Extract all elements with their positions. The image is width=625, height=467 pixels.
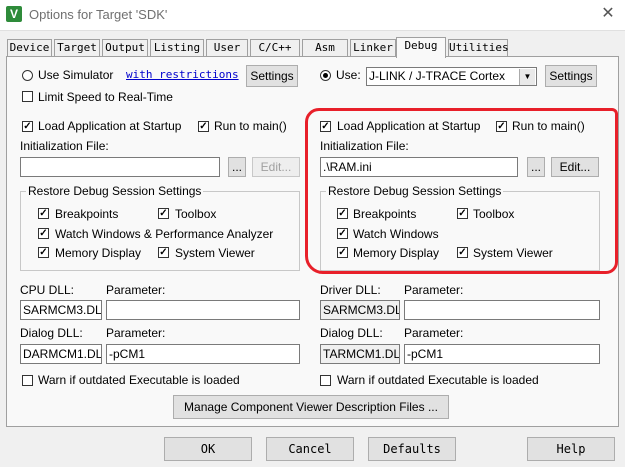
left-run-to-main-checkbox[interactable]: ✓ (198, 121, 209, 132)
left-warn-label: Warn if outdated Executable is loaded (38, 373, 240, 387)
left-load-app-label: Load Application at Startup (38, 119, 182, 133)
left-dialog-param-input[interactable]: -pCM1 (106, 344, 300, 364)
left-init-file-input[interactable] (20, 157, 220, 177)
driver-dll-input[interactable]: SARMCM3.DLL (320, 300, 400, 320)
keil-app-icon: V (6, 6, 22, 22)
left-watch-windows-checkbox[interactable]: ✓ (38, 228, 49, 239)
left-dialog-param-label: Parameter: (106, 326, 166, 340)
left-dialog-dll-label: Dialog DLL: (20, 326, 83, 340)
left-init-file-label: Initialization File: (20, 139, 109, 153)
right-warn-label: Warn if outdated Executable is loaded (337, 373, 539, 387)
manage-component-viewer-button[interactable]: Manage Component Viewer Description File… (173, 395, 449, 419)
title-bar: V Options for Target 'SDK' ✕ (0, 0, 625, 31)
right-system-viewer-label: System Viewer (473, 246, 553, 260)
simulator-settings-button[interactable]: Settings (246, 65, 298, 87)
tab-device[interactable]: Device (7, 39, 52, 56)
right-warn-checkbox[interactable] (320, 375, 331, 386)
tab-user[interactable]: User (206, 39, 248, 56)
left-memory-display-checkbox[interactable]: ✓ (38, 247, 49, 258)
help-button[interactable]: Help (527, 437, 615, 461)
use-simulator-radio[interactable] (22, 70, 33, 81)
driver-dll-param-label: Parameter: (404, 283, 464, 297)
driver-dll-param-input[interactable] (404, 300, 600, 320)
left-warn-checkbox[interactable] (22, 375, 33, 386)
with-restrictions-link[interactable]: with restrictions (126, 68, 239, 81)
tab-utilities[interactable]: Utilities (448, 39, 509, 56)
limit-speed-label: Limit Speed to Real-Time (38, 90, 173, 104)
cancel-button[interactable]: Cancel (266, 437, 354, 461)
right-dialog-dll-input[interactable]: TARMCM1.DLL (320, 344, 400, 364)
right-init-edit-button[interactable]: Edit... (551, 157, 599, 177)
right-watch-windows-checkbox[interactable]: ✓ (337, 228, 348, 239)
tab-output[interactable]: Output (102, 39, 148, 56)
tab-cc[interactable]: C/C++ (250, 39, 300, 56)
right-system-viewer-checkbox[interactable]: ✓ (457, 247, 468, 258)
use-driver-radio[interactable] (320, 70, 331, 81)
tab-asm[interactable]: Asm (302, 39, 348, 56)
left-toolbox-label: Toolbox (175, 207, 217, 221)
right-watch-windows-label: Watch Windows (353, 227, 439, 241)
left-init-browse-button[interactable]: ... (228, 157, 246, 177)
left-breakpoints-label: Breakpoints (55, 207, 119, 221)
left-system-viewer-checkbox[interactable]: ✓ (158, 247, 169, 258)
right-breakpoints-label: Breakpoints (353, 207, 417, 221)
tab-target[interactable]: Target (54, 39, 100, 56)
right-run-to-main-label: Run to main() (512, 119, 585, 133)
right-dialog-dll-label: Dialog DLL: (320, 326, 383, 340)
left-run-to-main-label: Run to main() (214, 119, 287, 133)
ok-button[interactable]: OK (164, 437, 252, 461)
cpu-dll-param-input[interactable] (106, 300, 300, 320)
left-restore-group-title: Restore Debug Session Settings (26, 184, 204, 198)
right-dialog-param-input[interactable]: -pCM1 (404, 344, 600, 364)
right-load-app-checkbox[interactable]: ✓ (320, 121, 331, 132)
tab-debug[interactable]: Debug (396, 37, 446, 58)
right-memory-display-checkbox[interactable]: ✓ (337, 247, 348, 258)
right-toolbox-label: Toolbox (473, 207, 515, 221)
cpu-dll-label: CPU DLL: (20, 283, 75, 297)
left-toolbox-checkbox[interactable]: ✓ (158, 208, 169, 219)
right-init-browse-button[interactable]: ... (527, 157, 545, 177)
driver-dll-label: Driver DLL: (320, 283, 381, 297)
left-system-viewer-label: System Viewer (175, 246, 255, 260)
right-dialog-param-label: Parameter: (404, 326, 464, 340)
left-breakpoints-checkbox[interactable]: ✓ (38, 208, 49, 219)
left-init-edit-button[interactable]: Edit... (252, 157, 300, 177)
right-load-app-label: Load Application at Startup (337, 119, 481, 133)
chevron-down-icon[interactable]: ▼ (519, 69, 535, 85)
use-driver-label: Use: (336, 68, 361, 82)
tab-listing[interactable]: Listing (150, 39, 204, 56)
driver-settings-button[interactable]: Settings (545, 65, 597, 87)
right-breakpoints-checkbox[interactable]: ✓ (337, 208, 348, 219)
left-watch-windows-label: Watch Windows & Performance Analyzer (55, 227, 274, 241)
debug-driver-select[interactable]: J-LINK / J-TRACE Cortex ▼ (366, 67, 537, 86)
debug-driver-value: J-LINK / J-TRACE Cortex (369, 69, 506, 83)
use-simulator-label: Use Simulator (38, 68, 114, 82)
right-init-file-label: Initialization File: (320, 139, 409, 153)
close-icon[interactable]: ✕ (598, 4, 618, 24)
right-memory-display-label: Memory Display (353, 246, 440, 260)
left-dialog-dll-input[interactable]: DARMCM1.DLL (20, 344, 102, 364)
right-toolbox-checkbox[interactable]: ✓ (457, 208, 468, 219)
tab-linker[interactable]: Linker (350, 39, 396, 56)
right-init-file-input[interactable]: .\RAM.ini (320, 157, 518, 177)
defaults-button[interactable]: Defaults (368, 437, 456, 461)
cpu-dll-param-label: Parameter: (106, 283, 166, 297)
limit-speed-checkbox[interactable] (22, 91, 33, 102)
window-title: Options for Target 'SDK' (29, 7, 168, 22)
right-run-to-main-checkbox[interactable]: ✓ (496, 121, 507, 132)
left-load-app-checkbox[interactable]: ✓ (22, 121, 33, 132)
left-memory-display-label: Memory Display (55, 246, 142, 260)
right-restore-group-title: Restore Debug Session Settings (326, 184, 504, 198)
cpu-dll-input[interactable]: SARMCM3.DLL (20, 300, 102, 320)
